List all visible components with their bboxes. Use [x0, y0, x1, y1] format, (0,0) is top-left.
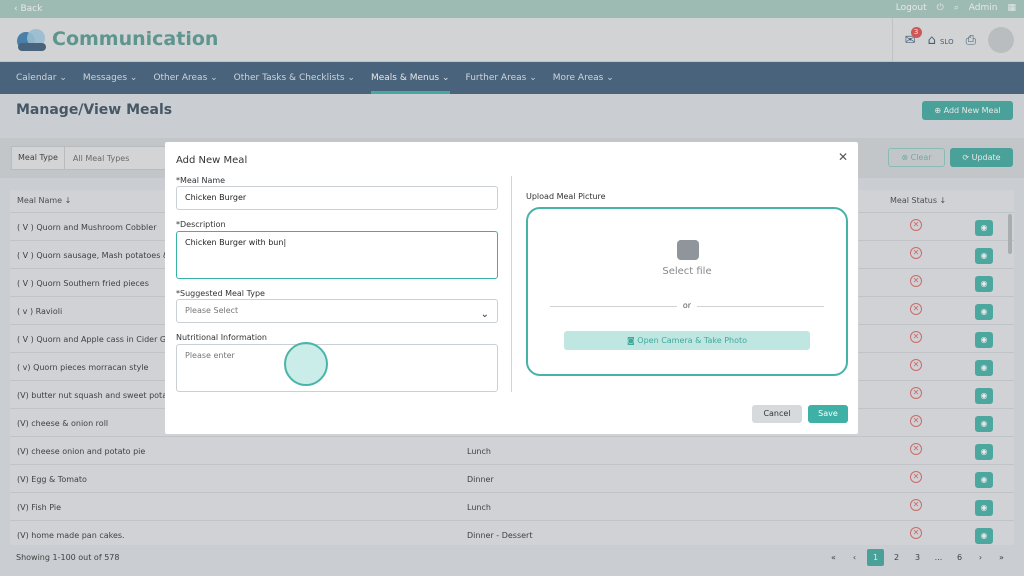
- upload-dropzone[interactable]: Select file or ◙ Open Camera & Take Phot…: [526, 207, 848, 376]
- modal-title: Add New Meal: [176, 155, 248, 166]
- touch-cursor: [284, 342, 328, 386]
- or-text: or: [676, 301, 698, 310]
- meal-type-select[interactable]: Please Select ⌄: [176, 299, 498, 323]
- cancel-button[interactable]: Cancel: [752, 405, 802, 423]
- chevron-down-icon: ⌄: [480, 309, 489, 320]
- meal-name-label: *Meal Name: [176, 176, 226, 185]
- select-file-text[interactable]: Select file: [528, 266, 846, 277]
- meal-type-label: *Suggested Meal Type: [176, 289, 265, 298]
- upload-label: Upload Meal Picture: [526, 192, 606, 201]
- meal-name-input[interactable]: Chicken Burger: [176, 186, 498, 210]
- open-camera-button[interactable]: ◙ Open Camera & Take Photo: [564, 331, 810, 350]
- description-input[interactable]: Chicken Burger with bun|: [176, 231, 498, 279]
- save-button[interactable]: Save: [808, 405, 848, 423]
- modal-divider: [511, 176, 512, 392]
- nutrition-label: Nutritional Information: [176, 333, 268, 342]
- description-label: *Description: [176, 220, 226, 229]
- add-meal-modal: Add New Meal ✕ *Meal Name Chicken Burger…: [165, 142, 858, 434]
- close-icon[interactable]: ✕: [838, 150, 848, 164]
- image-icon: [677, 240, 699, 260]
- nutrition-input[interactable]: Please enter: [176, 344, 498, 392]
